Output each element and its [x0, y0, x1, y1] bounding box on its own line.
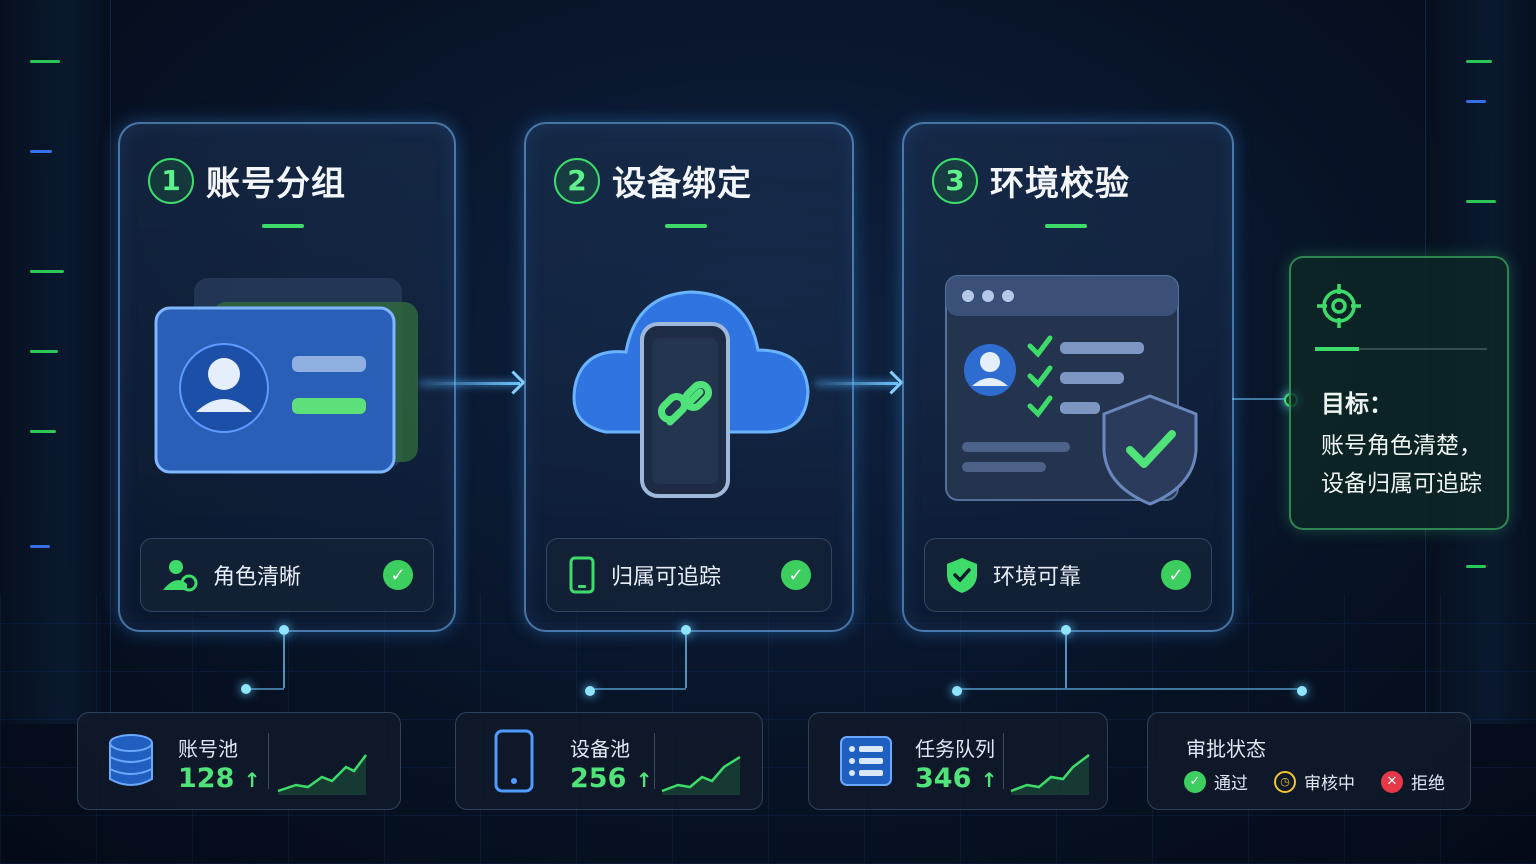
badge-label: 环境可靠: [993, 565, 1082, 590]
trend-up-icon: ↑: [635, 768, 653, 792]
goal-panel: 目标： 账号角色清楚， 设备归属可追踪: [1289, 256, 1509, 530]
step-title: 环境校验: [990, 164, 1130, 204]
title-underline: [1045, 224, 1087, 228]
clock-icon: ◷: [1274, 770, 1296, 793]
stat-label: 任务队列: [915, 737, 995, 761]
target-icon: [1317, 284, 1361, 328]
stat-task-queue[interactable]: 任务队列 346 ↑: [808, 712, 1108, 810]
goal-line-1: 账号角色清楚，: [1321, 433, 1482, 459]
x-circle-icon: ✕: [1381, 770, 1403, 793]
circuit-line: [685, 634, 687, 688]
stat-separator: [654, 733, 655, 789]
circuit-line: [1065, 634, 1067, 688]
circuit-node: [952, 686, 962, 696]
stat-value: 128 ↑: [178, 763, 261, 794]
stat-separator: [268, 733, 269, 789]
approval-item-reviewing[interactable]: ◷ 审核中: [1274, 769, 1355, 794]
approval-item-approved[interactable]: ✓ 通过: [1184, 769, 1248, 794]
step-number: 2: [554, 157, 600, 204]
circuit-node: [241, 684, 251, 694]
flow-arrow-1: [420, 382, 520, 385]
step-number: 3: [932, 157, 978, 204]
flow-arrow-2: [816, 382, 898, 385]
approval-item-rejected[interactable]: ✕ 拒绝: [1381, 769, 1445, 794]
stat-device-pool[interactable]: 设备池 256 ↑: [455, 712, 763, 810]
card-title: 2 设备绑定: [554, 156, 752, 205]
stat-separator: [1003, 733, 1004, 789]
cloud-phone-link-icon: [572, 290, 810, 498]
card-title: 3 环境校验: [932, 156, 1130, 205]
check-icon: ✓: [781, 560, 811, 590]
step-card-device-binding[interactable]: 2 设备绑定 归属可追踪 ✓: [524, 122, 854, 632]
badge-label: 角色清晰: [213, 565, 302, 590]
trend-up-icon: ↑: [980, 768, 998, 792]
card-title: 1 账号分组: [148, 156, 346, 205]
role-badge: 角色清晰 ✓: [140, 538, 434, 612]
circuit-line: [590, 688, 686, 690]
step-title: 设备绑定: [612, 164, 752, 204]
stat-value: 256 ↑: [570, 763, 653, 794]
step-title: 账号分组: [206, 164, 346, 204]
circuit-node: [1297, 686, 1307, 696]
step-number: 1: [148, 157, 194, 204]
traceable-badge: 归属可追踪 ✓: [546, 538, 832, 612]
title-underline: [262, 224, 304, 228]
trend-up-icon: ↑: [243, 768, 261, 792]
stat-label: 账号池: [178, 737, 238, 761]
approval-label: 审批状态: [1186, 737, 1266, 761]
sparkline-icon: [1010, 754, 1090, 795]
goal-divider: [1315, 347, 1487, 351]
database-icon: [109, 734, 153, 786]
env-badge: 环境可靠 ✓: [924, 538, 1212, 612]
approval-status-panel[interactable]: 审批状态 ✓ 通过 ◷ 审核中 ✕ 拒绝: [1147, 712, 1471, 810]
circuit-line: [958, 688, 1302, 690]
sparkline-icon: [661, 755, 741, 795]
stat-account-pool[interactable]: 账号池 128 ↑: [77, 712, 401, 810]
id-card-icon: [154, 278, 418, 474]
check-icon: ✓: [383, 560, 413, 590]
badge-label: 归属可追踪: [611, 565, 722, 590]
circuit-node: [585, 686, 595, 696]
user-settings-icon: [163, 560, 198, 592]
browser-shield-icon: [945, 275, 1198, 506]
stat-value: 346 ↑: [915, 763, 998, 794]
stat-label: 设备池: [570, 737, 630, 761]
circuit-line: [283, 634, 285, 688]
goal-connector: [1232, 398, 1286, 400]
goal-heading: 目标：: [1321, 390, 1393, 418]
phone-icon: [569, 556, 595, 594]
task-list-icon: [840, 736, 892, 786]
check-circle-icon: ✓: [1184, 770, 1206, 793]
step-card-env-check[interactable]: 3 环境校验 环境可靠 ✓: [902, 122, 1234, 632]
approval-legend: ✓ 通过 ◷ 审核中 ✕ 拒绝: [1184, 769, 1445, 794]
sparkline-icon: [277, 754, 367, 795]
check-icon: ✓: [1161, 560, 1191, 590]
title-underline: [665, 224, 707, 228]
goal-line-2: 设备归属可追踪: [1321, 471, 1482, 497]
step-card-account-group[interactable]: 1 账号分组 角色清晰 ✓: [118, 122, 456, 632]
circuit-line: [246, 688, 284, 690]
phone-icon: [494, 729, 534, 793]
shield-check-icon: [947, 558, 977, 593]
